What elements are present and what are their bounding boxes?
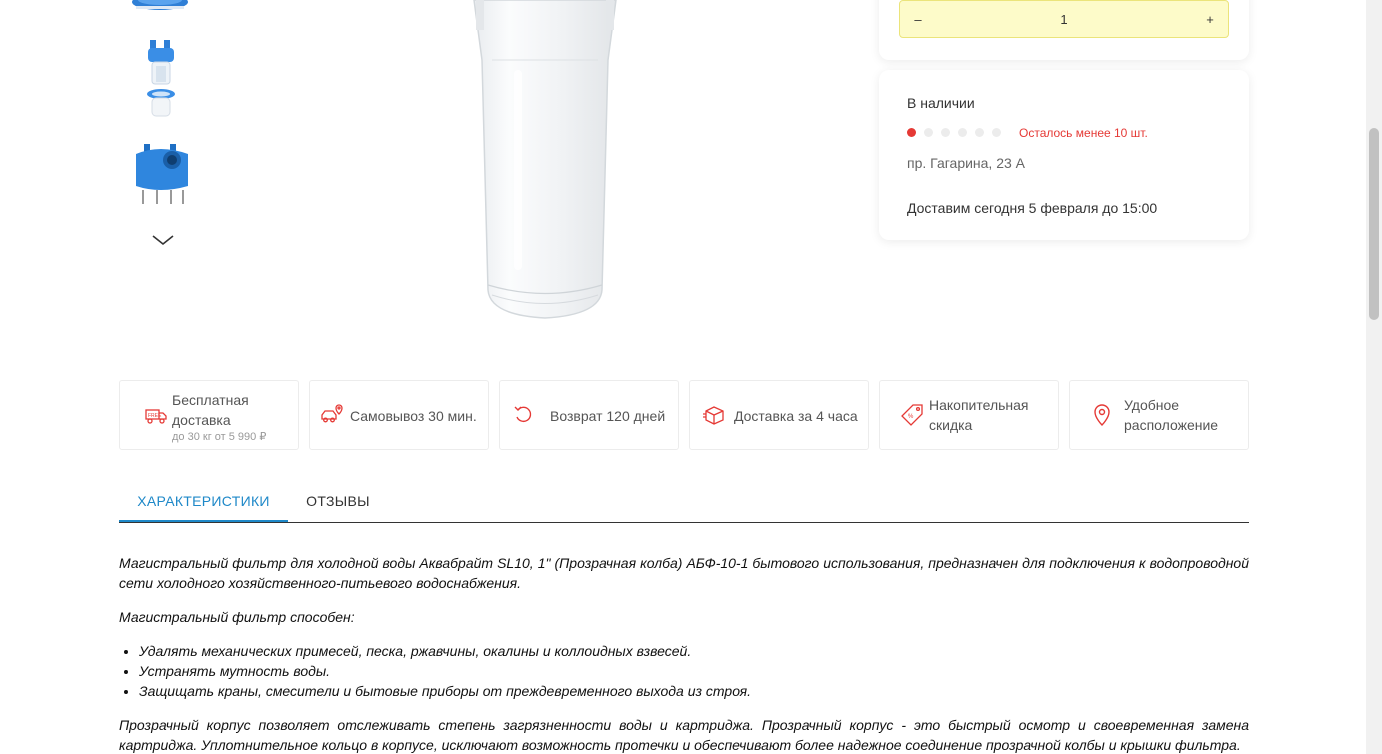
- stock-level-dot: [975, 128, 984, 137]
- delivery-truck-icon: FREE: [144, 403, 168, 427]
- scrollbar-thumb[interactable]: [1369, 128, 1379, 320]
- discount-tag-icon: %: [900, 403, 924, 427]
- description-paragraph: Магистральный фильтр для холодной воды А…: [119, 555, 1249, 591]
- stock-status: В наличии: [907, 95, 975, 111]
- thumbnail-1[interactable]: [130, 0, 194, 18]
- package-box-icon: [702, 403, 726, 427]
- svg-text:FREE: FREE: [148, 413, 162, 419]
- quantity-card: – 1 +: [879, 0, 1249, 60]
- svg-text:%: %: [908, 414, 914, 420]
- feature-free-delivery[interactable]: FREE Бесплатная доставка до 30 кг от 5 9…: [119, 380, 299, 450]
- feature-subtitle: до 30 кг от 5 990 ₽: [172, 431, 267, 443]
- stock-level-dot: [958, 128, 967, 137]
- feature-loyalty-discount[interactable]: % Накопительная скидка: [879, 380, 1059, 450]
- description-paragraph: Магистральный фильтр способен:: [119, 609, 355, 625]
- list-item: Устранять мутность воды.: [139, 661, 1249, 681]
- stock-level-dot: [924, 128, 933, 137]
- delivery-estimate: Доставим сегодня 5 февраля до 15:00: [907, 200, 1158, 216]
- stock-level-dot: [907, 128, 916, 137]
- product-main-image[interactable]: [430, 0, 660, 330]
- return-arrow-icon: [512, 403, 536, 427]
- thumbnail-3[interactable]: [130, 140, 194, 210]
- pickup-car-icon: [320, 403, 344, 427]
- feature-title: Самовывоз 30 мин.: [350, 408, 477, 424]
- feature-title: Возврат 120 дней: [550, 408, 666, 424]
- features-row: FREE Бесплатная доставка до 30 кг от 5 9…: [119, 380, 1249, 450]
- quantity-increase-button[interactable]: +: [1192, 1, 1228, 37]
- feature-title: Доставка за 4 часа: [734, 408, 858, 424]
- stock-card: В наличии Осталось менее 10 шт. пр. Гага…: [879, 70, 1249, 240]
- description-list: Удалять механических примесей, песка, рж…: [119, 641, 1249, 701]
- feature-title: Бесплатная доставка: [172, 392, 249, 428]
- quantity-decrease-button[interactable]: –: [900, 1, 936, 37]
- list-item: Удалять механических примесей, песка, рж…: [139, 641, 1249, 661]
- feature-title: Удобное расположение: [1124, 397, 1219, 433]
- thumbnail-2[interactable]: [130, 38, 194, 122]
- product-page: – 1 + В наличии Осталось менее 10 шт. пр…: [0, 0, 1366, 754]
- feature-pickup[interactable]: Самовывоз 30 мин.: [309, 380, 489, 450]
- stock-level-dot: [992, 128, 1001, 137]
- stock-remaining-note: Осталось менее 10 шт.: [1019, 126, 1148, 140]
- quantity-stepper[interactable]: – 1 +: [899, 0, 1229, 38]
- tab-reviews[interactable]: ОТЗЫВЫ: [288, 481, 388, 522]
- product-tabs: ХАРАКТЕРИСТИКИ ОТЗЫВЫ: [119, 481, 1249, 523]
- stock-level-indicator: [907, 128, 1001, 137]
- description-paragraph: Прозрачный корпус позволяет отслеживать …: [119, 717, 1249, 753]
- stock-level-dot: [941, 128, 950, 137]
- list-item: Защищать краны, смесители и бытовые приб…: [139, 681, 1249, 701]
- page-scrollbar[interactable]: [1366, 0, 1382, 754]
- store-address: пр. Гагарина, 23 А: [907, 155, 1026, 171]
- feature-fast-delivery[interactable]: Доставка за 4 часа: [689, 380, 869, 450]
- feature-title: Накопительная скидка: [929, 397, 1029, 433]
- chevron-down-icon[interactable]: [150, 232, 176, 248]
- feature-location[interactable]: Удобное расположение: [1069, 380, 1249, 450]
- tab-characteristics[interactable]: ХАРАКТЕРИСТИКИ: [119, 481, 288, 522]
- quantity-value[interactable]: 1: [936, 12, 1192, 27]
- feature-return[interactable]: Возврат 120 дней: [499, 380, 679, 450]
- product-description: Магистральный фильтр для холодной воды А…: [119, 553, 1249, 754]
- location-pin-icon: [1090, 403, 1114, 427]
